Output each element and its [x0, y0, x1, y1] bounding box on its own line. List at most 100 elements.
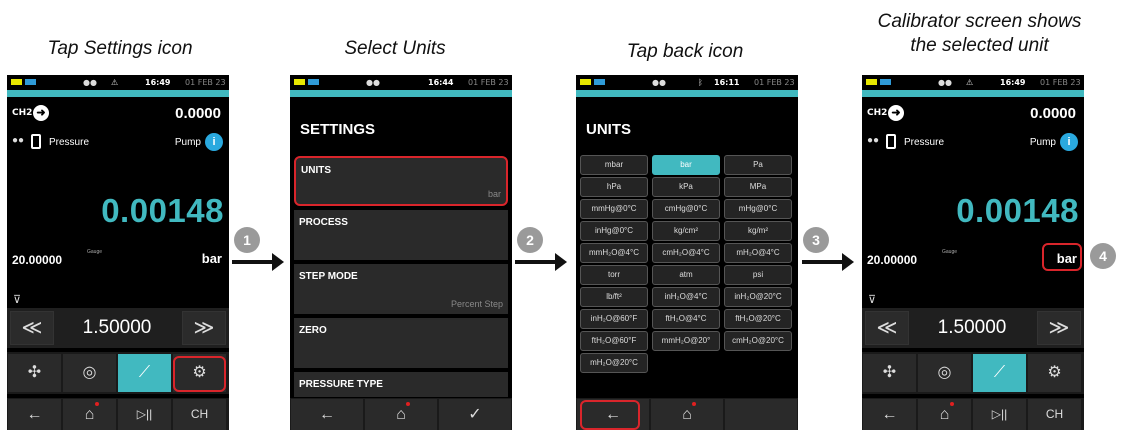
range-value: 20.00000 [12, 253, 63, 267]
unit-option[interactable]: mHg@0°C [724, 199, 792, 219]
back-icon[interactable]: ← [291, 399, 363, 430]
unit-option[interactable]: lb/ft² [580, 287, 648, 307]
unit-option[interactable]: mmH₂O@4°C [580, 243, 648, 263]
unit-option[interactable]: Pa [724, 155, 792, 175]
pump-icon[interactable]: i [205, 133, 223, 151]
home-icon[interactable]: ⌂ [365, 399, 437, 430]
unit-option[interactable]: inH₂O@60°F [580, 309, 648, 329]
screen-title: UNITS [586, 121, 631, 138]
pump-label: Pump [1029, 137, 1056, 148]
wrench-icon[interactable]: ⟋ [118, 354, 171, 392]
play-pause-icon[interactable]: ▷|| [118, 399, 171, 430]
back-icon[interactable]: ← [8, 399, 61, 430]
progress-bar [576, 90, 798, 97]
arrow-step-1 [232, 253, 284, 271]
back-highlight-box [580, 400, 640, 430]
home-notification-dot [406, 402, 410, 406]
nav-bar: ← ⌂ ✓ [290, 398, 512, 430]
settings-icon[interactable]: ⚙ [1028, 354, 1081, 392]
power-icon [25, 79, 36, 85]
unit-option[interactable]: kg/cm² [652, 221, 720, 241]
setting-label: PRESSURE TYPE [299, 379, 383, 390]
home-icon[interactable]: ⌂ [918, 399, 971, 430]
step-down-button[interactable]: ≪ [865, 311, 909, 345]
setting-step-mode[interactable]: STEP MODE Percent Step [294, 264, 508, 314]
setting-value: bar [487, 189, 501, 199]
unit-option[interactable]: atm [652, 265, 720, 285]
setting-value: Percent Step [450, 299, 503, 309]
play-pause-icon[interactable]: ▷|| [973, 399, 1026, 430]
unit-option[interactable]: psi [724, 265, 792, 285]
setting-units[interactable]: UNITS bar [294, 156, 508, 206]
home-icon[interactable]: ⌂ [63, 399, 116, 430]
status-bar: ●● ᛒ 16:11 01 FEB 23 [576, 75, 798, 90]
step-up-button[interactable]: ≫ [182, 311, 226, 345]
check-icon[interactable]: ✓ [439, 399, 511, 430]
fan-icon[interactable]: ✣ [863, 354, 916, 392]
step-number-2: 2 [517, 227, 543, 253]
connection-icon: ●● [938, 78, 952, 87]
unit-option[interactable]: hPa [580, 177, 648, 197]
unit-option[interactable]: bar [652, 155, 720, 175]
channel-direction-icon[interactable]: ➜ [33, 105, 49, 121]
phone-settings-screen: ●● 16:44 01 FEB 23 SETTINGS UNITS bar PR… [290, 75, 512, 430]
unit-option[interactable]: mmHg@0°C [580, 199, 648, 219]
setting-label: PROCESS [299, 217, 348, 228]
unit-option[interactable]: cmHg@0°C [652, 199, 720, 219]
unit-option[interactable]: mH₂O@20°C [580, 353, 648, 373]
home-icon[interactable]: ⌂ [651, 399, 723, 430]
phone-units-screen: ●● ᛒ 16:11 01 FEB 23 UNITS mbar bar Pa hPa k… [576, 75, 798, 430]
unit-option[interactable]: ftH₂O@4°C [652, 309, 720, 329]
connection-icon: ●● [83, 78, 97, 87]
unit-option[interactable]: inH₂O@4°C [652, 287, 720, 307]
step-up-button[interactable]: ≫ [1037, 311, 1081, 345]
unit-option[interactable]: mmH₂O@20° [652, 331, 720, 351]
channel-settings-icon[interactable]: CH [173, 399, 226, 430]
fan-icon[interactable]: ✣ [8, 354, 61, 392]
status-bar: ●● ⚠ 16:49 01 FEB 23 [862, 75, 1084, 90]
unit-option[interactable]: cmH₂O@4°C [652, 243, 720, 263]
date: 01 FEB 23 [185, 78, 226, 87]
date: 01 FEB 23 [468, 78, 509, 87]
caption-step-2: Select Units [344, 38, 446, 59]
unit-option[interactable]: inH₂O@20°C [724, 287, 792, 307]
pressure-port-icon: ●● [867, 135, 880, 146]
unit-option[interactable]: torr [580, 265, 648, 285]
loop-icon[interactable]: ◎ [63, 354, 116, 392]
setting-zero[interactable]: ZERO [294, 318, 508, 368]
step-down-button[interactable]: ≪ [10, 311, 54, 345]
setting-label: STEP MODE [299, 271, 358, 282]
date: 01 FEB 23 [1040, 78, 1081, 87]
unit-highlight-box [1042, 243, 1082, 271]
setting-process[interactable]: PROCESS [294, 210, 508, 260]
back-icon[interactable]: ← [863, 399, 916, 430]
unit-option[interactable]: mbar [580, 155, 648, 175]
progress-bar [290, 90, 512, 97]
range-value: 20.00000 [867, 253, 918, 267]
unit-option[interactable]: kPa [652, 177, 720, 197]
unit-option[interactable]: mH₂O@4°C [724, 243, 792, 263]
progress-bar [7, 90, 229, 97]
pump-icon[interactable]: i [1060, 133, 1078, 151]
unit-option[interactable]: ftH₂O@20°C [724, 309, 792, 329]
step-number-1: 1 [234, 227, 260, 253]
function-row: ●● Pressure Pump i [862, 133, 1084, 155]
home-notification-dot [950, 402, 954, 406]
unit-option[interactable]: kg/m² [724, 221, 792, 241]
caption-step-4-line-2: the selected unit [910, 35, 1049, 56]
channel-settings-icon[interactable]: CH [1028, 399, 1081, 430]
unit-option[interactable]: ftH₂O@60°F [580, 331, 648, 351]
warning-icon: ⚠ [111, 78, 119, 87]
wrench-icon[interactable]: ⟋ [973, 354, 1026, 392]
loop-icon[interactable]: ◎ [918, 354, 971, 392]
step-number-4: 4 [1090, 243, 1116, 269]
setting-pressure-type[interactable]: PRESSURE TYPE [294, 372, 508, 397]
power-icon [880, 79, 891, 85]
clock: 16:49 [1000, 78, 1026, 87]
unit-option[interactable]: MPa [724, 177, 792, 197]
unit-option[interactable]: inHg@0°C [580, 221, 648, 241]
unit-option[interactable]: cmH₂O@20°C [724, 331, 792, 351]
function-toolbar: ✣ ◎ ⟋ ⚙ [862, 352, 1084, 394]
pump-label: Pump [174, 137, 201, 148]
channel-direction-icon[interactable]: ➜ [888, 105, 904, 121]
